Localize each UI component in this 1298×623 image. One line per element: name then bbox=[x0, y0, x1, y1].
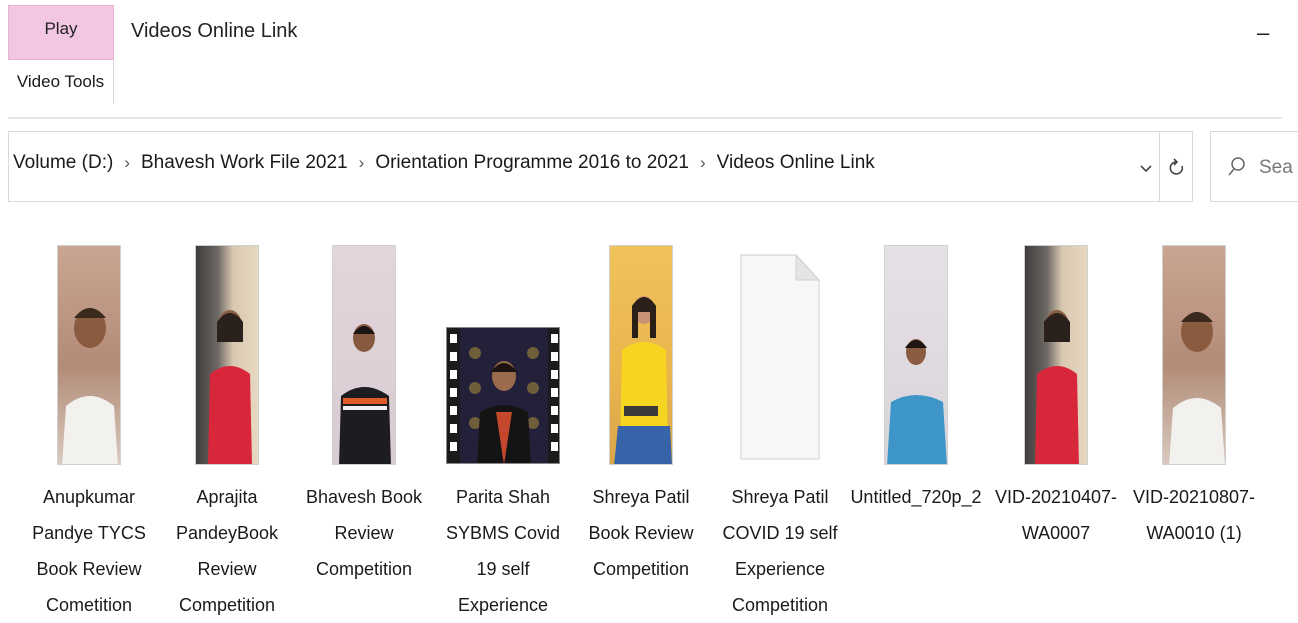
file-name: Aprajita PandeyBook Review Competition bbox=[175, 487, 279, 615]
chevron-down-icon bbox=[1140, 165, 1152, 173]
file-name: Anupkumar Pandye TYCS Book Review Cometi… bbox=[32, 487, 146, 615]
film-strip-icon bbox=[450, 328, 558, 463]
file-item[interactable]: Shreya Patil COVID 19 self Experience Co… bbox=[714, 236, 846, 615]
file-item[interactable]: Parita Shah SYBMS Covid 19 self Experien… bbox=[440, 236, 572, 615]
blank-document-icon bbox=[740, 254, 820, 460]
file-item[interactable]: VID-20210407-WA0007 bbox=[995, 236, 1151, 543]
video-thumbnail bbox=[879, 236, 1011, 472]
window-title: Videos Online Link bbox=[131, 20, 298, 42]
file-name: Bhavesh Book Review Competition bbox=[305, 487, 423, 579]
address-bar[interactable]: Volume (D:) › Bhavesh Work File 2021 › O… bbox=[8, 131, 1193, 202]
refresh-button[interactable] bbox=[1159, 132, 1194, 201]
video-thumbnail bbox=[1157, 236, 1289, 472]
file-name: Shreya Patil Book Review Competition bbox=[588, 487, 694, 579]
breadcrumb-chevron-icon[interactable]: › bbox=[700, 153, 706, 173]
video-thumbnail bbox=[190, 236, 322, 472]
search-input[interactable]: Sea bbox=[1210, 131, 1298, 202]
search-icon bbox=[1228, 157, 1245, 176]
video-thumbnail bbox=[1019, 236, 1151, 472]
breadcrumb-bhavesh-work-file[interactable]: Bhavesh Work File 2021 bbox=[141, 152, 348, 174]
file-item[interactable]: VID-20210807-WA0010 (1) bbox=[1133, 236, 1289, 543]
video-thumbnail bbox=[714, 236, 846, 472]
breadcrumb-videos-online-link[interactable]: Videos Online Link bbox=[717, 152, 875, 174]
breadcrumb-volume[interactable]: Volume (D:) bbox=[13, 152, 113, 174]
video-tools-group: Video Tools bbox=[8, 60, 114, 104]
breadcrumb-orientation-programme[interactable]: Orientation Programme 2016 to 2021 bbox=[375, 152, 689, 174]
breadcrumb-chevron-icon[interactable]: › bbox=[359, 153, 365, 173]
file-item[interactable]: Anupkumar Pandye TYCS Book Review Cometi… bbox=[32, 236, 184, 615]
search-placeholder: Sea bbox=[1259, 157, 1293, 178]
video-thumbnail bbox=[52, 236, 184, 472]
breadcrumb-chevron-icon[interactable]: › bbox=[124, 153, 130, 173]
file-name: VID-20210807-WA0010 (1) bbox=[1132, 487, 1256, 543]
file-name: Parita Shah SYBMS Covid 19 self Experien… bbox=[445, 487, 561, 615]
breadcrumb: Volume (D:) › Bhavesh Work File 2021 › O… bbox=[13, 152, 875, 174]
ribbon-divider bbox=[8, 117, 1282, 119]
minimize-button[interactable]: – bbox=[1257, 20, 1269, 46]
tab-play[interactable]: Play bbox=[8, 5, 114, 60]
address-dropdown-button[interactable] bbox=[1135, 158, 1157, 180]
file-item[interactable]: Aprajita PandeyBook Review Competition bbox=[176, 236, 322, 615]
video-tools-label: Video Tools bbox=[16, 72, 105, 91]
file-name: VID-20210407-WA0007 bbox=[994, 487, 1118, 543]
file-name: Untitled_720p_2 bbox=[850, 487, 982, 507]
video-thumbnail bbox=[440, 236, 572, 472]
file-name: Shreya Patil COVID 19 self Experience Co… bbox=[722, 487, 838, 615]
file-item[interactable]: Untitled_720p_2 bbox=[850, 236, 1011, 507]
tab-play-label: Play bbox=[44, 19, 78, 38]
refresh-icon bbox=[1169, 157, 1184, 175]
